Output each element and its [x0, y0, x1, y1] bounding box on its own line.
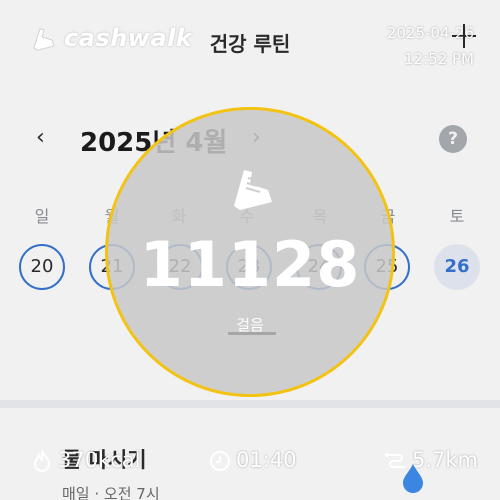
flame-icon	[33, 450, 51, 472]
calories-value: 370kcal	[58, 448, 141, 472]
clock-icon	[210, 451, 230, 471]
duration-value: 01:40	[236, 448, 297, 472]
shoe-logo-icon	[33, 28, 55, 51]
water-drop-icon	[403, 464, 423, 493]
capture-date: 2025-04-26	[386, 24, 474, 42]
capture-time: 12:52 PM	[404, 50, 474, 68]
step-count: 11128	[139, 228, 361, 301]
step-unit-label: 걸음	[236, 316, 264, 334]
sneaker-icon	[234, 170, 272, 210]
step-overlay: cashwalk 2025-04-26 12:52 PM 11128 걸음 37…	[0, 0, 500, 500]
brand-name: cashwalk	[64, 24, 193, 52]
step-count-ring: 11128 걸음	[105, 107, 395, 397]
